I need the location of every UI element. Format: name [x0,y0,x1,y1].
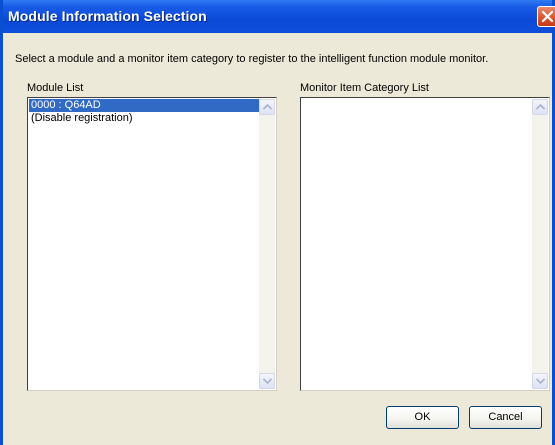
scroll-down-arrow-icon [263,378,272,384]
monitor-list-label: Monitor Item Category List [300,82,429,94]
close-button[interactable] [537,6,555,27]
monitor-scroll-down-button[interactable] [532,373,548,389]
monitor-list-label-text: Monitor Item Category List [300,82,429,94]
monitor-scroll-up-button[interactable] [532,99,548,115]
monitor-list-scrollbar[interactable] [532,99,548,389]
list-item[interactable]: 0000 : Q64AD [29,99,259,112]
title-bar[interactable]: Module Information Selection [3,0,555,33]
instruction-text: Select a module and a monitor item categ… [15,53,489,65]
dialog-window: Module Information Selection Select a mo… [0,0,555,445]
close-icon [541,10,554,23]
module-scroll-down-button[interactable] [259,373,275,389]
module-list-items: 0000 : Q64AD (Disable registration) [29,99,259,125]
module-list-label-text: Module List [27,82,84,94]
ok-button[interactable]: OK [386,406,459,429]
scroll-down-arrow-icon [536,378,545,384]
monitor-item-listbox[interactable] [300,97,550,391]
window-title: Module Information Selection [8,8,207,24]
module-scroll-up-button[interactable] [259,99,275,115]
module-list-scrollbar[interactable] [259,99,275,389]
list-item[interactable]: (Disable registration) [29,112,259,125]
module-list-label: Module List [27,82,83,94]
scroll-up-arrow-icon [536,104,545,110]
cancel-button[interactable]: Cancel [469,406,542,429]
scroll-up-arrow-icon [263,104,272,110]
module-listbox[interactable]: 0000 : Q64AD (Disable registration) [27,97,277,391]
